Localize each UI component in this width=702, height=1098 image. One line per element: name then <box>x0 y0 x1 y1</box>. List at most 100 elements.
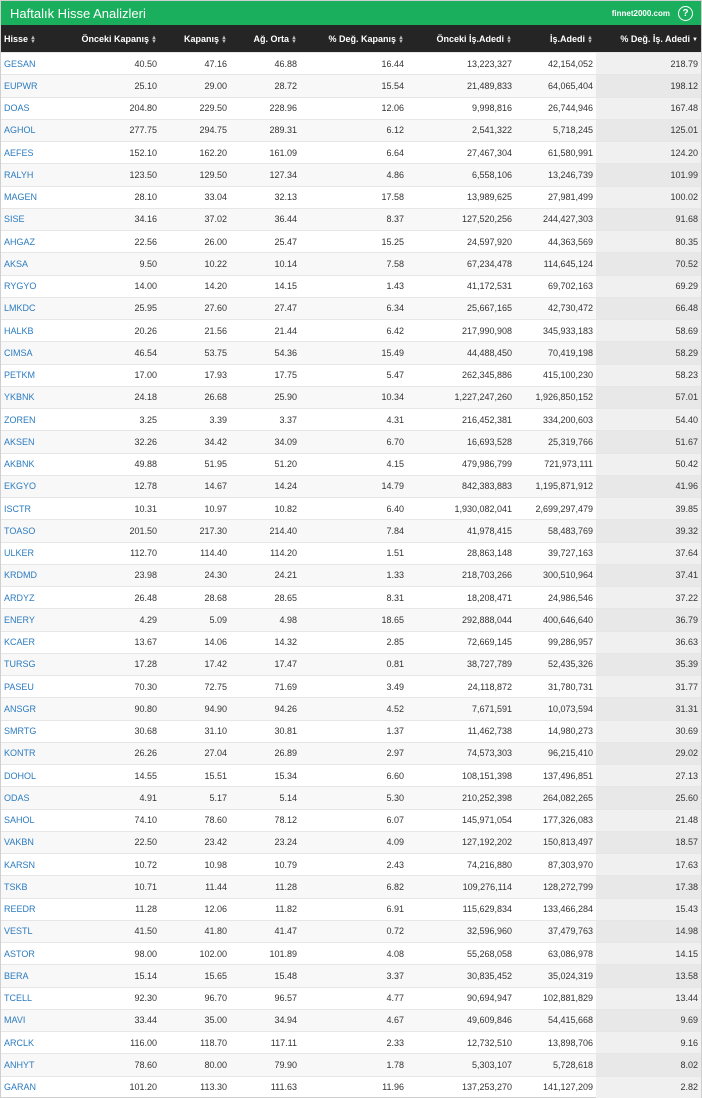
cell-deg-kapanis: 8.37 <box>300 207 407 231</box>
cell-kapanis: 23.42 <box>160 830 230 854</box>
help-icon[interactable]: ? <box>678 5 693 21</box>
stock-symbol-link[interactable]: AKSA <box>1 252 70 275</box>
stock-symbol-link[interactable]: RALYH <box>1 163 70 186</box>
stock-symbol-link[interactable]: PASEU <box>1 674 70 698</box>
cell-onceki-kapanis: 34.16 <box>70 207 160 231</box>
cell-ag-orta: 11.28 <box>230 875 300 898</box>
cell-deg-kapanis: 7.58 <box>300 252 407 275</box>
table-row: HALKB 20.26 21.56 21.44 6.42 217,990,908 345,9… <box>1 318 701 342</box>
stock-symbol-link[interactable]: AKBNK <box>1 452 70 476</box>
stock-symbol-link[interactable]: TOASO <box>1 519 70 542</box>
cell-is-adedi: 13,246,739 <box>515 163 596 186</box>
cell-onceki-kapanis: 277.75 <box>70 118 160 142</box>
cell-is-adedi: 114,645,124 <box>515 252 596 275</box>
stock-symbol-link[interactable]: DOHOL <box>1 763 70 787</box>
stock-symbol-link[interactable]: MAVI <box>1 1008 70 1032</box>
column-header-deg-kapanis[interactable]: % Değ. Kapanış ▲ ▼ <box>300 25 407 53</box>
stock-symbol-link[interactable]: ANHYT <box>1 1053 70 1076</box>
stock-symbol-link[interactable]: ASTOR <box>1 941 70 965</box>
cell-onceki-kapanis: 32.26 <box>70 430 160 453</box>
cell-is-adedi: 99,286,957 <box>515 630 596 654</box>
cell-deg-is-adedi: 37.41 <box>596 563 701 587</box>
cell-deg-kapanis: 11.96 <box>300 1075 407 1098</box>
stock-symbol-link[interactable]: GARAN <box>1 1075 70 1098</box>
stock-symbol-link[interactable]: DOAS <box>1 96 70 120</box>
table-row: KRDMD 23.98 24.30 24.21 1.33 218,703,266 300,5… <box>1 563 701 587</box>
cell-is-adedi: 415,100,230 <box>515 363 596 387</box>
stock-symbol-link[interactable]: KRDMD <box>1 563 70 587</box>
cell-onceki-kapanis: 70.30 <box>70 674 160 698</box>
stock-symbol-link[interactable]: HALKB <box>1 318 70 342</box>
stock-symbol-link[interactable]: PETKM <box>1 363 70 387</box>
cell-ag-orta: 117.11 <box>230 1030 300 1054</box>
stock-symbol-link[interactable]: TSKB <box>1 875 70 898</box>
cell-kapanis: 29.00 <box>160 74 230 97</box>
stock-symbol-link[interactable]: EKGYO <box>1 474 70 498</box>
column-header-deg-is-adedi[interactable]: % Değ. İş. Adedi ▼ <box>596 25 701 53</box>
stock-symbol-link[interactable]: CIMSA <box>1 341 70 364</box>
cell-ag-orta: 41.47 <box>230 919 300 943</box>
stock-symbol-link[interactable]: AGHOL <box>1 118 70 142</box>
cell-onceki-kapanis: 4.29 <box>70 608 160 631</box>
stock-symbol-link[interactable]: KARSN <box>1 852 70 876</box>
column-header-label: İş.Adedi <box>549 33 585 44</box>
cell-onceki-kapanis: 17.00 <box>70 363 160 387</box>
stock-symbol-link[interactable]: AKSEN <box>1 430 70 453</box>
stock-symbol-link[interactable]: VESTL <box>1 919 70 943</box>
cell-onceki-kapanis: 14.00 <box>70 274 160 298</box>
cell-deg-is-adedi: 66.48 <box>596 296 701 320</box>
column-header-onceki-is-adedi[interactable]: Önceki İş.Adedi ▲ ▼ <box>407 25 515 53</box>
cell-deg-is-adedi: 36.79 <box>596 608 701 631</box>
stock-symbol-link[interactable]: AHGAZ <box>1 229 70 253</box>
stock-symbol-link[interactable]: SMRTG <box>1 719 70 743</box>
stock-symbol-link[interactable]: ULKER <box>1 541 70 565</box>
stock-symbol-link[interactable]: ARDYZ <box>1 585 70 609</box>
stock-symbol-link[interactable]: KONTR <box>1 741 70 765</box>
stock-symbol-link[interactable]: TURSG <box>1 652 70 676</box>
stock-symbol-link[interactable]: ENERY <box>1 608 70 631</box>
stock-symbol-link[interactable]: LMKDC <box>1 296 70 320</box>
cell-deg-is-adedi: 54.40 <box>596 407 701 431</box>
cell-deg-kapanis: 4.86 <box>300 163 407 186</box>
cell-kapanis: 33.04 <box>160 185 230 209</box>
stock-symbol-link[interactable]: YKBNK <box>1 385 70 409</box>
stock-symbol-link[interactable]: MAGEN <box>1 185 70 209</box>
cell-onceki-is-adedi: 41,172,531 <box>407 274 515 298</box>
sort-icon: ▲ ▼ <box>291 35 297 46</box>
column-header-ag-orta[interactable]: Ağ. Orta ▲ ▼ <box>230 25 300 53</box>
stock-symbol-link[interactable]: REEDR <box>1 897 70 921</box>
stock-symbol-link[interactable]: TCELL <box>1 986 70 1010</box>
stock-symbol-link[interactable]: ISCTR <box>1 496 70 520</box>
column-header-kapanis[interactable]: Kapanış ▲ ▼ <box>160 25 230 53</box>
stock-symbol-link[interactable]: ANSGR <box>1 697 70 720</box>
cell-onceki-kapanis: 25.95 <box>70 296 160 320</box>
stock-symbol-link[interactable]: ARCLK <box>1 1030 70 1054</box>
cell-is-adedi: 1,195,871,912 <box>515 474 596 498</box>
stock-symbol-link[interactable]: ZOREN <box>1 407 70 431</box>
stock-symbol-link[interactable]: ODAS <box>1 786 70 809</box>
stock-symbol-link[interactable]: RYGYO <box>1 274 70 298</box>
stock-symbol-link[interactable]: SAHOL <box>1 808 70 832</box>
cell-onceki-kapanis: 3.25 <box>70 407 160 431</box>
cell-kapanis: 5.17 <box>160 786 230 809</box>
column-header-is-adedi[interactable]: İş.Adedi ▲ ▼ <box>515 25 596 53</box>
stock-symbol-link[interactable]: SISE <box>1 207 70 231</box>
cell-onceki-is-adedi: 218,703,266 <box>407 563 515 587</box>
cell-onceki-is-adedi: 16,693,528 <box>407 430 515 453</box>
cell-is-adedi: 133,466,284 <box>515 897 596 921</box>
cell-deg-kapanis: 4.09 <box>300 830 407 854</box>
cell-deg-is-adedi: 27.13 <box>596 763 701 787</box>
stock-symbol-link[interactable]: KCAER <box>1 630 70 654</box>
cell-kapanis: 34.42 <box>160 430 230 453</box>
cell-deg-kapanis: 2.43 <box>300 852 407 876</box>
column-header-hisse[interactable]: Hisse ▲ ▼ <box>1 25 70 53</box>
stock-symbol-link[interactable]: EUPWR <box>1 74 70 97</box>
stock-symbol-link[interactable]: BERA <box>1 964 70 987</box>
column-header-onceki-kapanis[interactable]: Önceki Kapanış ▲ ▼ <box>70 25 160 53</box>
table-row: LMKDC 25.95 27.60 27.47 6.34 25,667,165 42,730… <box>1 296 701 320</box>
cell-is-adedi: 5,728,618 <box>515 1053 596 1076</box>
stock-symbol-link[interactable]: GESAN <box>1 51 70 75</box>
stock-symbol-link[interactable]: AEFES <box>1 140 70 164</box>
stock-symbol-link[interactable]: VAKBN <box>1 830 70 854</box>
brand-link[interactable]: finnet2000.com <box>612 9 670 18</box>
